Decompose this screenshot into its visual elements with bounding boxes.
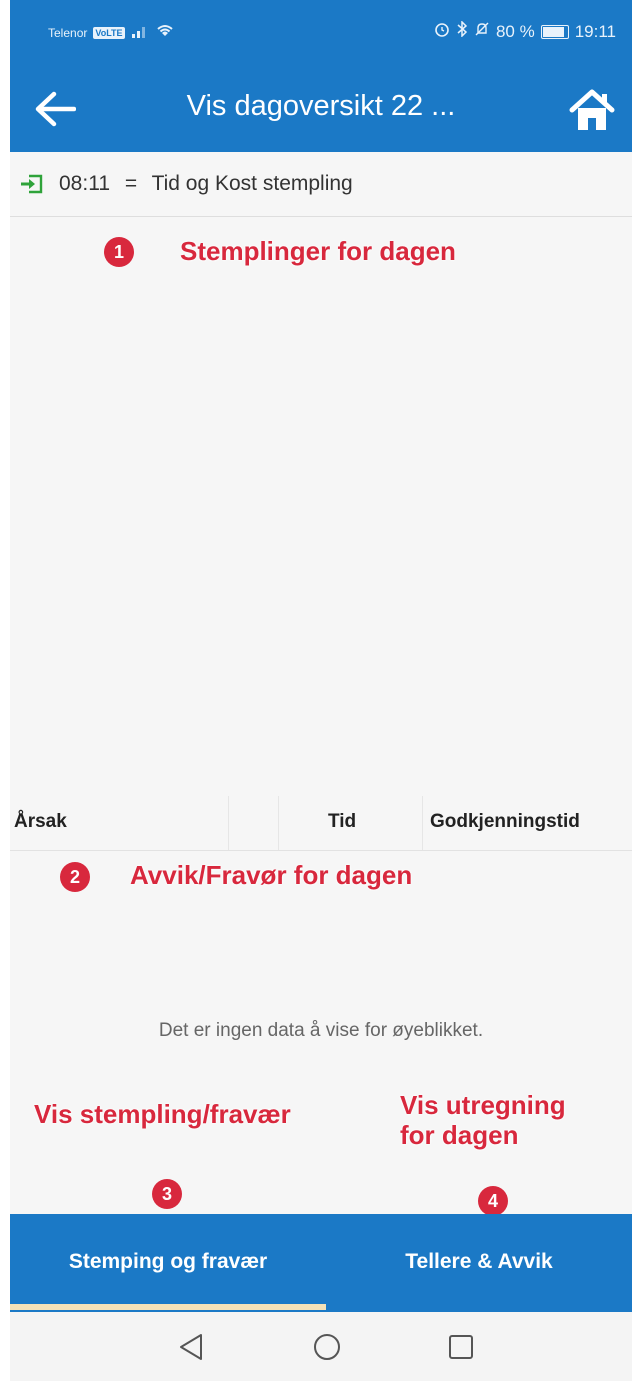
arrow-left-icon — [35, 91, 76, 127]
status-right: 80 % 19:11 — [434, 20, 616, 42]
nav-recent-button[interactable] — [444, 1330, 478, 1364]
stamping-separator: = — [124, 172, 138, 195]
clock: 19:11 — [574, 21, 616, 41]
mute-icon — [474, 21, 490, 42]
annotation-badge-3: 3 — [152, 1179, 182, 1209]
nav-back-button[interactable] — [174, 1330, 208, 1364]
app-bar: Vis dagoversikt 22 ... — [10, 68, 632, 152]
annotation-text-4-line1: Vis utregning — [400, 1090, 566, 1120]
stamping-entry: 08:11 = Tid og Kost stempling — [59, 172, 353, 196]
nav-home-button[interactable] — [310, 1330, 344, 1364]
sign-in-icon — [21, 174, 43, 194]
annotation-text-3: Vis stempling/fravær — [34, 1099, 291, 1129]
stamping-description: Tid og Kost stempling — [151, 172, 353, 195]
tab-stempling-og-fravaer[interactable]: Stemping og fravær — [10, 1214, 326, 1310]
column-divider — [228, 796, 229, 850]
absence-table-header: Årsak Tid Godkjenningstid — [10, 796, 632, 851]
active-tab-indicator — [10, 1304, 326, 1310]
signal-icon — [131, 23, 149, 43]
column-divider — [278, 796, 279, 850]
annotation-text-4-line2: for dagen — [400, 1120, 519, 1150]
triangle-back-icon — [180, 1334, 202, 1360]
empty-state-message: Det er ingen data å vise for øyeblikket. — [158, 1020, 484, 1041]
carrier-name: Telenor — [48, 25, 88, 40]
annotation-badge-4: 4 — [478, 1186, 508, 1216]
tab-tellere-og-avvik[interactable]: Tellere & Avvik — [326, 1214, 632, 1310]
annotation-text-1: Stemplinger for dagen — [180, 236, 456, 266]
column-header-godkjenningstid[interactable]: Godkjenningstid — [430, 811, 580, 833]
page-title: Vis dagoversikt 22 ... — [186, 90, 456, 122]
stamping-time: 08:11 — [59, 172, 110, 195]
battery-percent: 80 % — [495, 21, 535, 41]
wifi-icon — [155, 22, 175, 43]
back-button[interactable] — [28, 82, 82, 136]
annotation-text-2: Avvik/Fravør for dagen — [130, 860, 413, 890]
battery-icon — [540, 24, 569, 39]
column-header-tid[interactable]: Tid — [328, 811, 356, 833]
annotation-badge-2: 2 — [60, 862, 90, 892]
square-recent-icon — [449, 1335, 473, 1359]
home-button[interactable] — [562, 80, 622, 140]
annotation-badge-1: 1 — [104, 237, 134, 267]
home-icon — [569, 89, 615, 130]
status-left: Telenor VoLTE — [48, 22, 175, 43]
bottom-tab-bar: Stemping og fravær Tellere & Avvik — [10, 1214, 632, 1312]
annotation-text-4: Vis utregning for dagen — [400, 1090, 566, 1150]
stamping-row[interactable]: 08:11 = Tid og Kost stempling — [10, 152, 632, 217]
volte-badge: VoLTE — [93, 26, 125, 39]
column-header-arsak[interactable]: Årsak — [14, 811, 67, 833]
bluetooth-icon — [456, 20, 468, 42]
alarm-icon — [434, 21, 450, 42]
app-screen: Telenor VoLTE 80 % 19:11 Vis dagoversikt… — [10, 0, 632, 1381]
column-divider — [422, 796, 423, 850]
system-navigation-bar — [10, 1312, 632, 1381]
circle-home-icon — [314, 1334, 340, 1360]
status-bar: Telenor VoLTE 80 % 19:11 — [10, 0, 632, 68]
